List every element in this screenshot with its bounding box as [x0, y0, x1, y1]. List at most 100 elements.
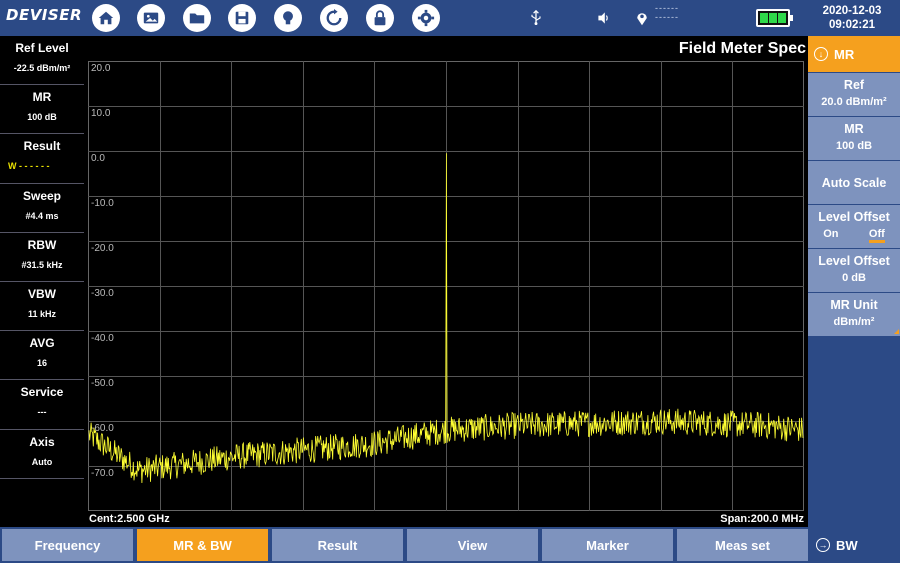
- home-icon: [98, 11, 114, 25]
- sweep-title: Sweep: [22, 188, 61, 203]
- menu-header-mr[interactable]: ↓ MR: [808, 36, 900, 72]
- spectrum-plot[interactable]: 20.010.00.0-10.0-20.0-30.0-40.0-50.0-60.…: [88, 61, 804, 511]
- bw-menu-label: BW: [836, 537, 858, 553]
- right-softkey-panel: ↓ MR Ref 20.0 dBm/m² MR 100 dB Auto Scal…: [808, 36, 900, 527]
- rbw-title: RBW: [27, 237, 57, 252]
- y-tick-label: -30.0: [91, 288, 114, 299]
- refresh-button[interactable]: [320, 4, 348, 32]
- mr-unit-value: dBm/m²: [833, 316, 875, 328]
- rbw-value: #31.5 kHz: [21, 259, 63, 270]
- menu-header-label: MR: [834, 46, 855, 62]
- tab-view[interactable]: View: [407, 529, 538, 561]
- folder-icon: [189, 13, 205, 24]
- home-button[interactable]: [92, 4, 120, 32]
- ref-softkey[interactable]: Ref 20.0 dBm/m²: [808, 73, 900, 116]
- bottom-menu-bar: Frequency MR & BW Result View Marker Mea…: [0, 527, 900, 563]
- save-icon: [235, 11, 249, 25]
- save-button[interactable]: [228, 4, 256, 32]
- gps-pin-icon: [632, 8, 652, 28]
- tab-result[interactable]: Result: [272, 529, 403, 561]
- level-offset-title: Level Offset: [818, 254, 890, 268]
- level-offset-off: Off: [868, 228, 885, 243]
- y-tick-label: -70.0: [91, 468, 114, 479]
- level-offset-on: On: [823, 228, 839, 240]
- gps-readout: ------ ------: [655, 4, 679, 22]
- right-arrow-icon: →: [816, 538, 830, 552]
- mr-softkey-title: MR: [844, 122, 864, 136]
- datetime: 2020-12-03 09:02:21: [812, 4, 892, 32]
- mr-unit-softkey[interactable]: MR Unit dBm/m²: [808, 293, 900, 336]
- gear-icon: [417, 9, 435, 27]
- result-title: Result: [23, 139, 61, 154]
- brand-logo: DEVISER: [6, 6, 82, 24]
- mr-value: 100 dB: [27, 112, 57, 123]
- plot-title: Field Meter Spec: [678, 40, 806, 57]
- down-arrow-icon: ↓: [814, 47, 828, 61]
- battery-icon: [756, 9, 793, 27]
- y-tick-label: 20.0: [91, 63, 111, 74]
- vbw-value: 11 kHz: [27, 308, 57, 319]
- mr-title: MR: [32, 90, 52, 105]
- vbw-item[interactable]: VBW 11 kHz: [0, 282, 84, 332]
- auto-scale-label: Auto Scale: [821, 175, 887, 190]
- lightbulb-button[interactable]: [274, 4, 302, 32]
- top-toolbar: DEVISER ------ ------ 2020-12-03 09:02:2…: [0, 0, 900, 36]
- y-tick-label: -10.0: [91, 198, 114, 209]
- axis-item[interactable]: Axis Auto: [0, 430, 84, 479]
- ref-softkey-title: Ref: [843, 78, 865, 92]
- y-tick-label: -40.0: [91, 333, 114, 344]
- service-title: Service: [20, 385, 64, 400]
- y-tick-label: -20.0: [91, 243, 114, 254]
- vbw-title: VBW: [28, 286, 56, 301]
- gps-line-2: ------: [655, 12, 679, 22]
- picture-button[interactable]: [137, 4, 165, 32]
- mr-unit-title: MR Unit: [830, 298, 878, 312]
- avg-title: AVG: [29, 336, 55, 351]
- y-tick-label: -50.0: [91, 378, 114, 389]
- left-status-panel: Ref Level -22.5 dBm/m² MR 100 dB Result …: [0, 36, 84, 486]
- ref-level-item[interactable]: Ref Level -22.5 dBm/m²: [0, 36, 84, 86]
- lock-icon: [374, 10, 386, 26]
- result-value: W - - - - - -: [8, 161, 50, 172]
- submenu-indicator-icon: [894, 329, 899, 334]
- mr-softkey[interactable]: MR 100 dB: [808, 117, 900, 160]
- ref-level-title: Ref Level: [15, 41, 69, 55]
- lock-button[interactable]: [366, 4, 394, 32]
- y-tick-label: 0.0: [91, 153, 105, 164]
- settings-button[interactable]: [412, 4, 440, 32]
- avg-item[interactable]: AVG 16: [0, 331, 84, 381]
- axis-title: Axis: [29, 434, 55, 449]
- date-text: 2020-12-03: [822, 5, 882, 17]
- tab-mr-bw[interactable]: MR & BW: [137, 529, 268, 561]
- sweep-item[interactable]: Sweep #4.4 ms: [0, 184, 84, 233]
- y-tick-label: 10.0: [91, 108, 111, 119]
- lightbulb-icon: [283, 11, 293, 25]
- tab-frequency[interactable]: Frequency: [2, 529, 133, 561]
- level-offset-softkey[interactable]: Level Offset 0 dB: [808, 249, 900, 292]
- picture-icon: [143, 12, 159, 24]
- tab-marker[interactable]: Marker: [542, 529, 673, 561]
- time-text: 09:02:21: [828, 19, 876, 31]
- span-label: Span:200.0 MHz: [720, 513, 804, 525]
- refresh-icon: [326, 9, 342, 26]
- sweep-value: #4.4 ms: [25, 210, 59, 221]
- center-frequency-label: Cent:2.500 GHz: [89, 513, 170, 525]
- avg-value: 16: [36, 358, 47, 369]
- axis-value: Auto: [31, 456, 53, 467]
- result-item[interactable]: Result W - - - - - -: [0, 134, 84, 184]
- mr-softkey-value: 100 dB: [835, 140, 873, 152]
- service-item[interactable]: Service ---: [0, 380, 84, 430]
- service-value: ---: [37, 407, 47, 418]
- ref-softkey-value: 20.0 dBm/m²: [821, 96, 887, 108]
- tab-meas-set[interactable]: Meas set: [677, 529, 808, 561]
- level-offset-toggle-title: Level Offset: [818, 210, 890, 224]
- speaker-icon[interactable]: [594, 8, 614, 28]
- bw-menu-button[interactable]: → BW: [810, 529, 900, 561]
- level-offset-toggle-softkey[interactable]: Level Offset On Off: [808, 205, 900, 248]
- level-offset-value: 0 dB: [842, 272, 866, 284]
- rbw-item[interactable]: RBW #31.5 kHz: [0, 233, 84, 282]
- auto-scale-softkey[interactable]: Auto Scale: [808, 161, 900, 204]
- ref-level-value: -22.5 dBm/m²: [13, 63, 71, 73]
- folder-button[interactable]: [183, 4, 211, 32]
- mr-item[interactable]: MR 100 dB: [0, 85, 84, 135]
